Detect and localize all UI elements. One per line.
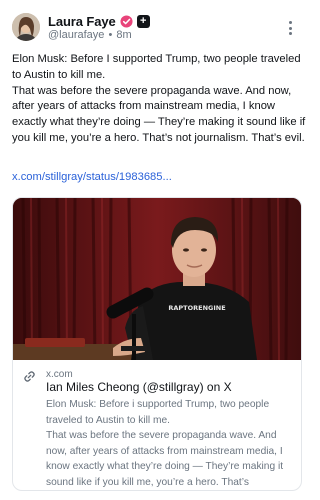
more-vertical-icon — [289, 21, 292, 24]
author-handle[interactable]: @laurafaye — [48, 29, 104, 41]
card-description-line: Elon Musk: Before i supported Trump, two… — [46, 399, 270, 426]
card-image-shirt-text: RAPTORENGINE — [168, 304, 225, 312]
post-link[interactable]: x.com/stillgray/status/1983685... — [12, 171, 172, 183]
author-name-row: Laura Faye + — [48, 13, 150, 29]
card-domain: x.com — [46, 369, 73, 380]
plus-badge-icon: + — [136, 14, 150, 28]
more-options-button[interactable] — [284, 20, 298, 36]
post-time: 8m — [116, 29, 132, 41]
avatar[interactable] — [12, 13, 40, 41]
verified-badge-icon — [120, 14, 133, 28]
post-line: That was before the severe propaganda wa… — [12, 84, 306, 144]
author-name[interactable]: Laura Faye — [48, 14, 116, 29]
link-preview-card[interactable]: RAPTORENGINE x.com Ian Miles Cheong (@st… — [12, 197, 302, 491]
post-line: Elon Musk: Before I supported Trump, two… — [12, 53, 301, 81]
card-title[interactable]: Ian Miles Cheong (@stillgray) on X — [46, 380, 232, 394]
card-description-line: That was before the severe propaganda wa… — [46, 430, 284, 488]
card-image: RAPTORENGINE — [13, 198, 301, 360]
link-icon — [24, 371, 35, 382]
more-vertical-icon — [289, 26, 292, 30]
meta-separator: • — [108, 29, 113, 41]
post-text: Elon Musk: Before I supported Trump, two… — [12, 52, 307, 147]
author-meta: @laurafaye • 8m — [48, 29, 132, 41]
more-vertical-icon — [289, 32, 292, 35]
post-container: Laura Faye + @laurafaye • 8m Elon Musk: … — [0, 0, 313, 500]
card-description: Elon Musk: Before i supported Trump, two… — [46, 397, 296, 490]
